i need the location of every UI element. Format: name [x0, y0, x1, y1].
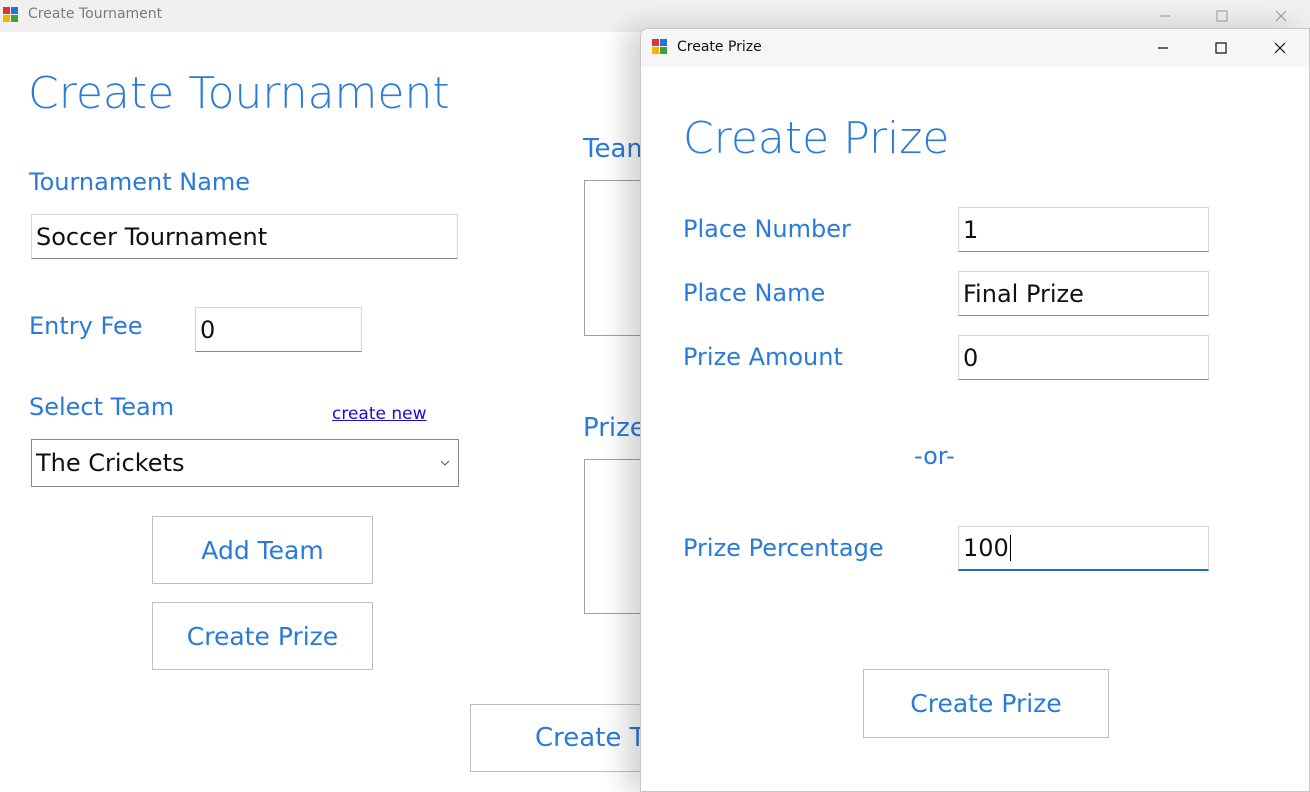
maximize-icon[interactable] — [1198, 32, 1244, 64]
prize-window-title: Create Prize — [677, 39, 762, 55]
prizes-label: Prize — [583, 413, 646, 443]
tournament-name-label: Tournament Name — [29, 168, 251, 196]
create-new-team-link[interactable]: create new — [332, 404, 427, 424]
create-prize-button[interactable]: Create Prize — [152, 602, 373, 670]
prize-amount-label: Prize Amount — [683, 343, 843, 371]
add-team-button[interactable]: Add Team — [152, 516, 373, 584]
submit-create-prize-button[interactable]: Create Prize — [863, 669, 1109, 738]
place-number-label: Place Number — [683, 215, 851, 243]
app-icon — [652, 39, 668, 55]
select-team-dropdown[interactable]: The Crickets — [31, 439, 459, 487]
place-name-label: Place Name — [683, 279, 826, 307]
main-window-title: Create Tournament — [28, 6, 163, 22]
create-prize-window: Create Prize Create Prize Place Number 1… — [640, 28, 1310, 792]
entry-fee-label: Entry Fee — [29, 312, 143, 340]
close-icon[interactable] — [1257, 32, 1303, 64]
chevron-down-icon — [440, 460, 450, 466]
prize-titlebar[interactable]: Create Prize — [641, 29, 1309, 67]
prize-amount-input[interactable]: 0 — [958, 335, 1209, 380]
prize-percentage-input[interactable]: 100 — [958, 526, 1209, 571]
or-separator: -or- — [914, 442, 955, 470]
page-title: Create Tournament — [28, 68, 450, 119]
selected-team-value: The Crickets — [36, 449, 185, 477]
place-name-input[interactable]: Final Prize — [958, 271, 1209, 316]
tournament-name-input[interactable]: Soccer Tournament — [31, 214, 458, 259]
text-caret — [1009, 535, 1011, 561]
minimize-icon[interactable] — [1140, 32, 1186, 64]
prize-page-title: Create Prize — [683, 113, 950, 164]
app-icon — [3, 7, 19, 23]
entry-fee-input[interactable]: 0 — [195, 307, 362, 352]
select-team-label: Select Team — [29, 393, 175, 421]
prize-percentage-label: Prize Percentage — [683, 534, 884, 562]
prize-percentage-value: 100 — [963, 534, 1009, 562]
place-number-input[interactable]: 1 — [958, 207, 1209, 252]
